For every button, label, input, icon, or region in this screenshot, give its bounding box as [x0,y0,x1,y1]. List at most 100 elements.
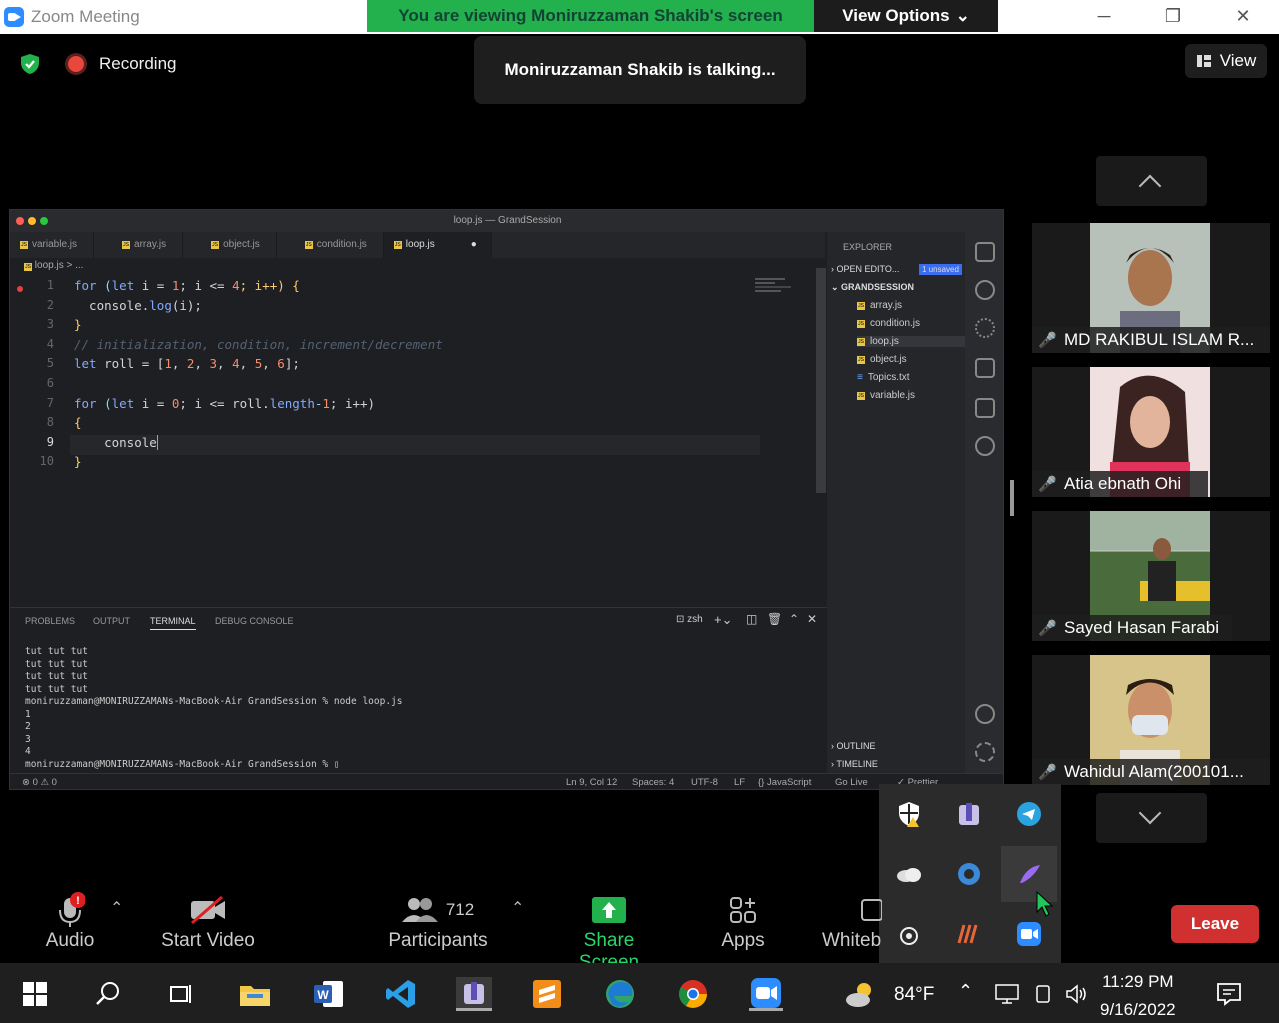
file-variable-js[interactable]: JS variable.js [857,390,915,401]
split-terminal-icon[interactable]: ◫ [746,612,757,626]
file-condition-js[interactable]: JS condition.js [857,318,920,329]
panel-splitter[interactable] [1010,480,1014,516]
close-panel-icon[interactable]: ✕ [807,612,817,626]
tab-variable-js[interactable]: JS variable.js [10,232,95,258]
windows-security-icon[interactable] [889,794,929,834]
satellite-icon[interactable] [889,914,929,954]
tab-problems[interactable]: PROBLEMS [25,616,75,626]
indentation[interactable]: Spaces: 4 [632,777,674,788]
onedrive-icon[interactable] [889,854,929,894]
token: ; i++) { [239,278,300,293]
vscode-icon[interactable] [384,977,418,1011]
file-array-js[interactable]: JS array.js [857,300,902,311]
app-tray-icon[interactable] [949,794,989,834]
cursor-position[interactable]: Ln 9, Col 12 [566,777,617,788]
trash-icon[interactable]: 🗑 [767,612,782,626]
tab-condition-js[interactable]: JS condition.js [277,232,384,258]
tab-array-js[interactable]: JS array.js [94,232,184,258]
minimize-icon[interactable]: ─ [1089,6,1119,27]
tab-debug-console[interactable]: DEBUG CONSOLE [215,616,294,626]
scroll-down-button[interactable] [1096,793,1207,843]
encryption-shield-icon[interactable] [18,52,42,76]
maximize-panel-icon[interactable]: ⌃ [789,612,799,626]
sublime-text-icon[interactable] [530,977,564,1011]
whiteboard-button[interactable]: Whiteb [822,890,882,952]
telegram-icon[interactable] [1009,794,1049,834]
system-clock[interactable]: 11:29 PM 9/16/2022 [1100,970,1176,1022]
participant-tile[interactable]: Wahidul Alam(200101... 🎤 [1032,655,1270,785]
device-icon[interactable] [1026,977,1060,1011]
view-options-button[interactable]: View Options ⌄ [814,0,998,32]
search-icon[interactable] [91,977,125,1011]
zoom-taskbar-icon[interactable] [749,977,783,1011]
restore-icon[interactable]: ❐ [1158,6,1188,27]
account-icon[interactable] [975,704,995,724]
file-topics-txt[interactable]: ≡ Topics.txt [857,372,910,383]
new-terminal-icon[interactable]: +⌄ [714,612,732,628]
folder-header[interactable]: ⌄ GRANDSESSION [831,282,914,293]
editor-scrollbar[interactable] [816,268,826,493]
edge-tray-icon[interactable] [949,854,989,894]
minimap[interactable] [755,278,815,298]
participant-tile[interactable]: Atia ebnath Ohi 🎤 [1032,367,1270,497]
weather-icon[interactable] [844,977,878,1011]
run-debug-icon[interactable] [975,358,995,378]
file-explorer-icon[interactable] [238,977,272,1011]
code-editor[interactable]: 1 2 3 4 5 6 7 8 9 10 for (let i = 1; i <… [10,278,815,478]
participants-button[interactable]: 712 Participants [385,890,491,952]
leave-button[interactable]: Leave [1171,905,1259,943]
app-icon[interactable] [456,977,492,1011]
files-icon[interactable] [975,242,995,262]
scroll-up-button[interactable] [1096,156,1207,206]
start-video-button[interactable]: Start Video [158,890,258,952]
search-icon[interactable] [975,280,995,300]
terminal-shell[interactable]: ⊡ zsh [676,614,703,625]
participants-options-chevron-icon[interactable]: ⌃ [511,898,524,918]
audio-button[interactable]: ! Audio [40,890,100,952]
tab-loop-js[interactable]: JS loop.js ● [383,232,492,258]
tab-object-js[interactable]: JS object.js [183,232,277,258]
whiteboard-icon [822,890,882,930]
extensions-icon[interactable] [975,398,995,418]
tab-terminal[interactable]: TERMINAL [150,616,196,630]
go-live[interactable]: Go Live [835,777,868,788]
js-file-icon: JS [857,301,865,310]
live-share-icon[interactable] [975,436,995,456]
audio-options-chevron-icon[interactable]: ⌃ [110,898,123,918]
close-icon[interactable]: ✕ [1228,6,1258,27]
show-hidden-icons-icon[interactable]: ⌃ [958,981,973,1002]
task-view-icon[interactable] [164,977,198,1011]
file-loop-js[interactable]: JS loop.js [857,336,965,347]
winamp-icon[interactable] [949,914,989,954]
windows-start-icon[interactable] [18,977,52,1011]
folder-label: GRANDSESSION [841,282,915,292]
participant-tile[interactable]: Sayed Hasan Farabi 🎤 [1032,511,1270,641]
chrome-icon[interactable] [676,977,710,1011]
line-ending[interactable]: LF [734,777,745,788]
timeline-header[interactable]: › TIMELINE [831,759,878,769]
tab-output[interactable]: OUTPUT [93,616,130,626]
apps-button[interactable]: Apps [716,890,770,952]
share-screen-button[interactable]: Share Screen [553,890,665,974]
language-mode[interactable]: {} JavaScript [758,777,811,788]
network-icon[interactable] [990,977,1024,1011]
open-editors-header[interactable]: › OPEN EDITO... [831,264,899,274]
recording-icon[interactable] [68,56,84,72]
notifications-icon[interactable] [1212,977,1246,1011]
settings-gear-icon[interactable] [975,742,995,762]
problems-count[interactable]: ⊗ 0 ⚠ 0 [22,777,57,788]
shared-screen[interactable]: loop.js — GrandSession JS variable.js JS a… [9,209,1004,790]
volume-icon[interactable] [1060,977,1094,1011]
file-object-js[interactable]: JS object.js [857,354,907,365]
word-icon[interactable]: W [312,977,346,1011]
participant-tile[interactable]: MD RAKIBUL ISLAM R... 🎤 [1032,223,1270,353]
breadcrumb[interactable]: JS loop.js > ... [24,260,83,271]
zoom-tray-icon[interactable] [1009,914,1049,954]
outline-header[interactable]: › OUTLINE [831,741,876,751]
source-control-icon[interactable] [975,318,995,338]
weather-temperature[interactable]: 84°F [894,984,934,1006]
encoding[interactable]: UTF-8 [691,777,718,788]
edge-icon[interactable] [603,977,637,1011]
terminal-output[interactable]: tut tut tut tut tut tut tut tut tut tut … [25,646,403,771]
view-button[interactable]: View [1185,44,1267,78]
